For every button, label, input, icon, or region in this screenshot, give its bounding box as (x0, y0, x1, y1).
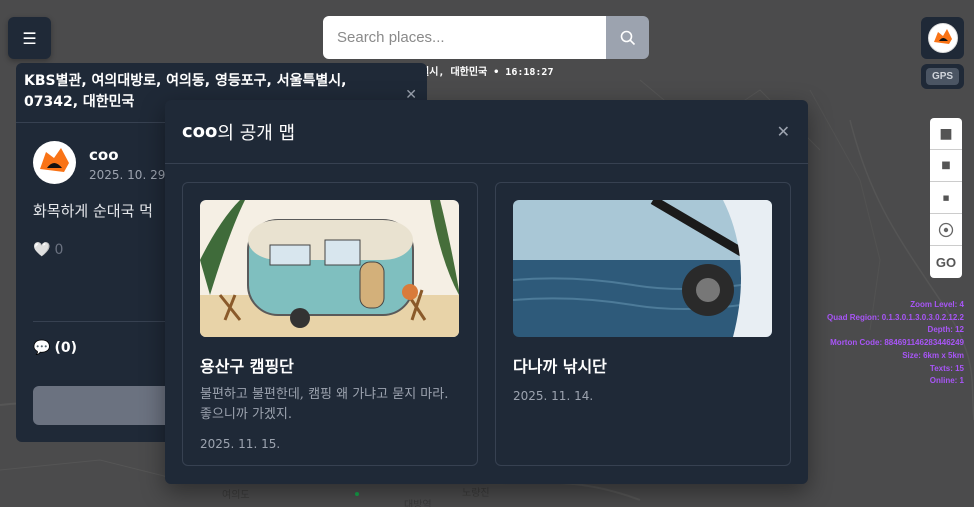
modal-title-user: coo (182, 121, 218, 142)
debug-texts: Texts: 15 (929, 363, 964, 373)
zoom-controls: ■ ■ ■ GO (930, 118, 962, 278)
square-small-icon: ■ (942, 193, 950, 202)
comment-icon: 💬 (33, 340, 51, 356)
search-bar (323, 16, 649, 59)
like-button[interactable]: 🤍 0 (33, 242, 63, 258)
search-button[interactable] (606, 16, 649, 59)
card-date: 2025. 11. 15. (200, 437, 281, 451)
map-card[interactable]: 용산구 캠핑단 불편하고 불편한데, 캠핑 왜 가냐고 묻지 마라. 좋으니까 … (182, 182, 478, 466)
gps-label: GPS (925, 68, 960, 85)
card-description: 불편하고 불편한데, 캠핑 왜 가냐고 묻지 마라. 좋으니까 가겠지. (200, 387, 449, 422)
avatar[interactable] (33, 141, 76, 184)
heart-icon: 🤍 (33, 242, 51, 258)
debug-depth: Depth: 12 (927, 325, 964, 335)
profile-button[interactable] (921, 17, 964, 59)
debug-quad-region: Quad Region: 0.1.3.0.1.3.0.3.0.2.12.2 (827, 312, 964, 322)
search-input[interactable] (323, 16, 606, 59)
zoom-large-button[interactable]: ■ (930, 118, 962, 150)
card-title: 용산구 캠핑단 (200, 357, 294, 376)
debug-zoom-level: Zoom Level: 4 (910, 300, 964, 309)
map-label: 여의도 (222, 490, 250, 501)
zoom-medium-button[interactable]: ■ (930, 150, 962, 182)
menu-button[interactable]: ☰ (8, 17, 51, 59)
locate-button[interactable] (930, 214, 962, 246)
debug-online: Online: 1 (929, 376, 964, 386)
public-maps-modal: coo 의 공개 맵 ✕ 용산구 캠핑단 불편하고 불편한데, 캠핑 왜 가냐고… (165, 100, 808, 484)
post-author: coo 2025. 10. 29 (33, 141, 165, 184)
author-name[interactable]: coo (89, 146, 165, 164)
card-image (200, 200, 459, 337)
debug-info: Zoom Level: 4 Quad Region: 0.1.3.0.1.3.0… (827, 299, 964, 388)
map-label: 대방역 (404, 500, 432, 507)
go-button[interactable]: GO (930, 246, 962, 278)
map-label: 노량진 (462, 488, 490, 499)
location-time-readout: 별시, 대한민국 • 16:18:27 (420, 67, 554, 78)
zoom-small-button[interactable]: ■ (930, 182, 962, 214)
debug-size: Size: 6km x 5km (902, 350, 964, 360)
modal-title-suffix: 의 공개 맵 (217, 122, 296, 144)
card-date: 2025. 11. 14. (513, 389, 594, 403)
gps-button[interactable]: GPS (921, 64, 964, 89)
square-medium-icon: ■ (941, 160, 951, 171)
menu-icon: ☰ (22, 28, 37, 48)
avatar (927, 23, 958, 53)
post-date: 2025. 10. 29 (89, 168, 166, 182)
locate-icon (938, 222, 954, 237)
comment-count: (0) (54, 340, 77, 356)
search-icon (620, 30, 635, 45)
card-title: 다나까 낚시단 (513, 357, 607, 376)
like-count: 0 (54, 242, 64, 258)
card-image (513, 200, 772, 337)
post-text: 화목하게 순대국 먹 (33, 202, 153, 220)
map-card-list: 용산구 캠핑단 불편하고 불편한데, 캠핑 왜 가냐고 묻지 마라. 좋으니까 … (182, 182, 791, 466)
debug-morton-code: Morton Code: 884691146283446249 (830, 338, 964, 348)
close-icon[interactable]: ✕ (777, 122, 790, 141)
square-large-icon: ■ (939, 125, 953, 142)
comments-toggle[interactable]: 💬 (0) (33, 340, 77, 356)
map-card[interactable]: 다나까 낚시단 2025. 11. 14. (495, 182, 791, 466)
modal-title: coo 의 공개 맵 (165, 100, 808, 164)
